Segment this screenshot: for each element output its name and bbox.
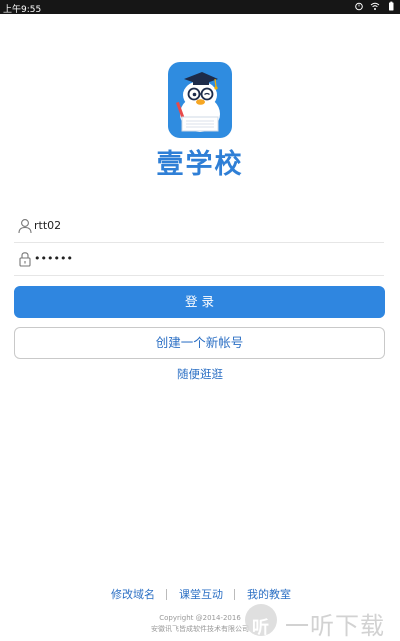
- watermark-glyph: 听: [252, 618, 269, 638]
- create-account-button[interactable]: 创建一个新帐号: [14, 327, 385, 359]
- app-logo-icon: [168, 62, 232, 138]
- app-name: 壹学校: [156, 149, 244, 180]
- wifi-icon: [370, 2, 380, 10]
- login-button[interactable]: 登 录: [14, 286, 385, 318]
- username-input[interactable]: [34, 210, 374, 240]
- footer-divider: [166, 589, 167, 600]
- browse-link[interactable]: 随便逛逛: [0, 366, 400, 382]
- username-field-row: [14, 210, 384, 243]
- alarm-icon: [355, 2, 363, 11]
- user-icon: [18, 219, 32, 234]
- password-field-row: [14, 243, 384, 276]
- status-bar: 上午9:55: [0, 0, 400, 15]
- footer-divider: [234, 589, 235, 600]
- watermark-logo-icon: 听: [245, 604, 277, 638]
- status-icons: [354, 1, 396, 11]
- battery-icon: [389, 1, 394, 11]
- status-time: 上午9:55: [3, 5, 42, 15]
- lock-icon: [19, 252, 31, 267]
- watermark: 听 一听下载: [245, 600, 400, 640]
- classroom-interaction-link[interactable]: 课堂互动: [179, 586, 223, 602]
- change-domain-link[interactable]: 修改域名: [111, 586, 155, 602]
- watermark-text: 一听下载: [285, 612, 385, 640]
- password-input[interactable]: [34, 243, 374, 273]
